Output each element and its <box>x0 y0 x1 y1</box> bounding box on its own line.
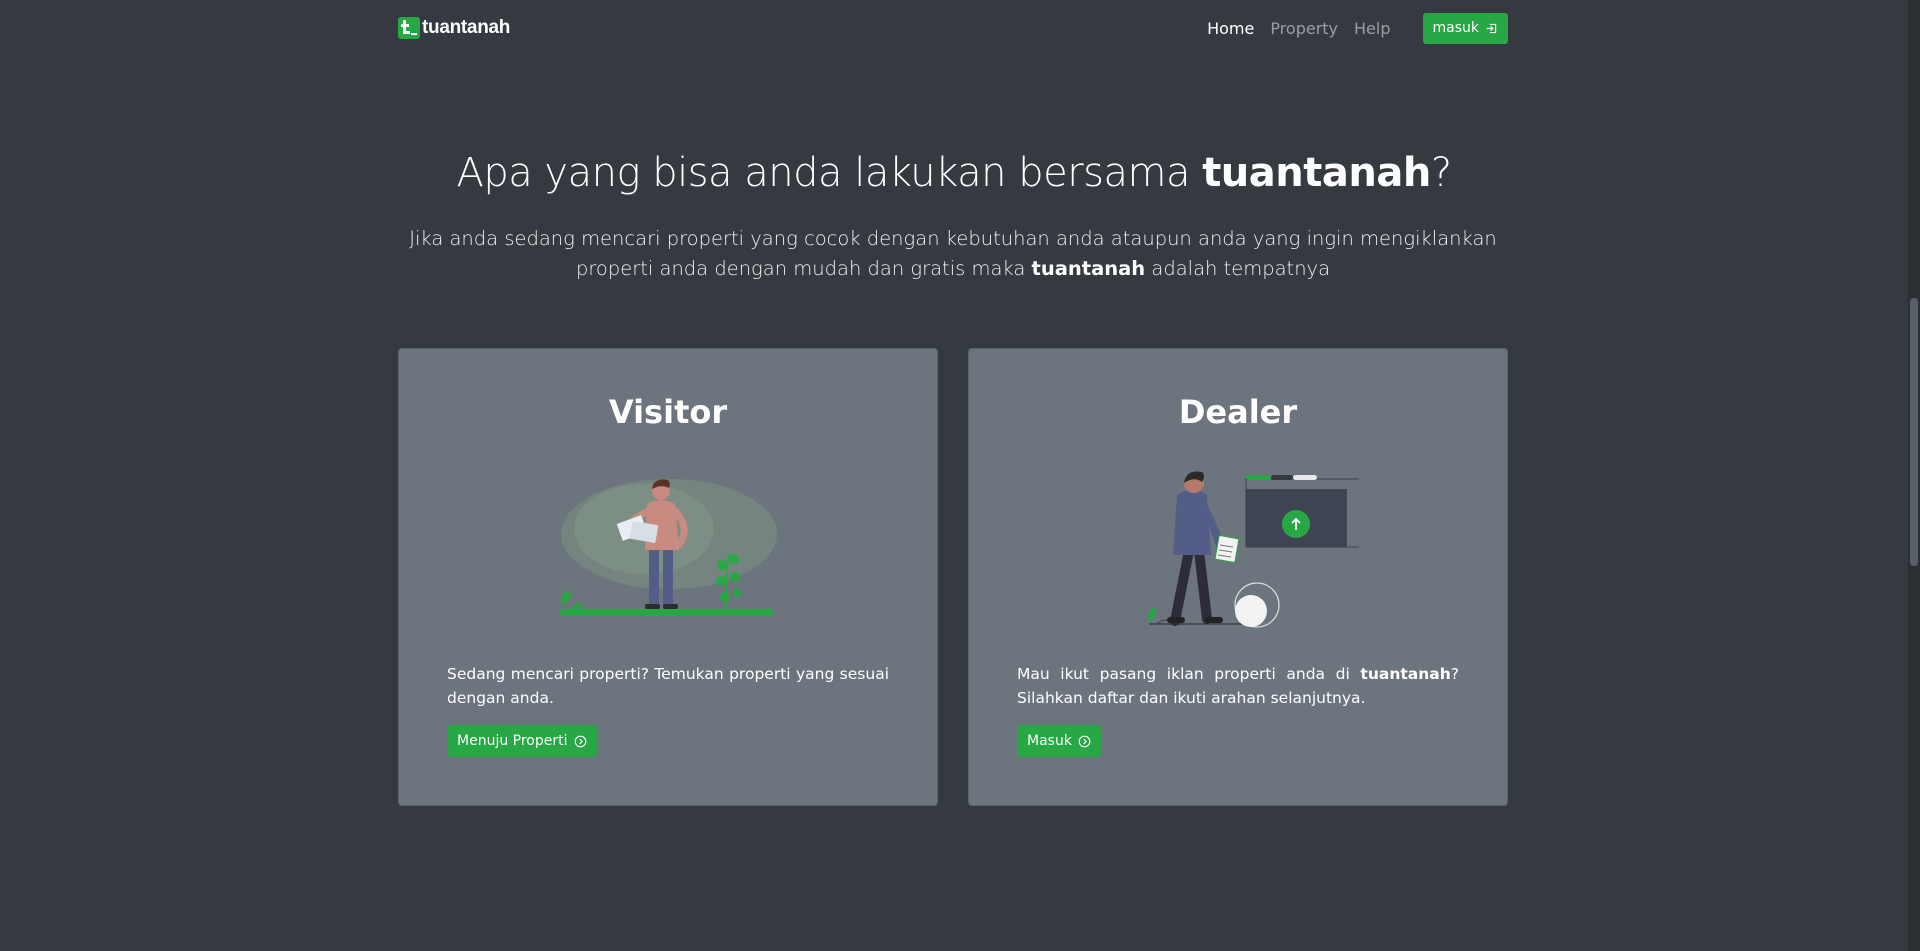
dealer-text-brand: tuantanah <box>1360 665 1451 683</box>
nav-link-help[interactable]: Help <box>1354 19 1390 38</box>
dealer-illustration <box>1148 471 1359 628</box>
hero-subtitle-brand: tuantanah <box>1031 257 1146 280</box>
dealer-button-label: Masuk <box>1027 733 1072 749</box>
visitor-property-button[interactable]: Menuju Properti <box>447 725 597 757</box>
navbar: tuantanah Home Property Help masuk <box>398 0 1508 56</box>
visitor-card-text: Sedang mencari properti? Temukan propert… <box>447 665 889 707</box>
visitor-card-title: Visitor <box>608 393 728 431</box>
login-icon <box>1486 23 1497 33</box>
page: tuantanah Home Property Help masuk Apa y… <box>0 0 1920 951</box>
dealer-login-button[interactable]: Masuk <box>1017 725 1101 757</box>
nav-links: Home Property Help masuk <box>1207 12 1508 44</box>
hero-subtitle: Jika anda sedang mencari properti yang c… <box>398 224 1508 284</box>
nav-link-home[interactable]: Home <box>1207 19 1254 38</box>
visitor-button-label: Menuju Properti <box>457 733 568 749</box>
login-button-label: masuk <box>1432 20 1480 36</box>
arrow-right-circle-icon <box>1078 735 1091 747</box>
hero-title-text: Apa yang bisa anda lakukan bersama <box>456 150 1203 196</box>
visitor-illustration <box>559 479 777 616</box>
hero-subtitle-text: Jika anda sedang mencari properti yang c… <box>409 227 1497 280</box>
hero-title-brand: tuantanah <box>1202 150 1431 196</box>
visitor-card: Visitor Sedang mencari properti? Temukan… <box>398 348 938 806</box>
hero-title-suffix: ? <box>1430 150 1452 196</box>
scrollbar-thumb[interactable] <box>1910 298 1918 566</box>
dealer-card-text: Mau ikut pasang iklan properti anda di t… <box>1017 662 1459 710</box>
logo-icon <box>398 17 420 39</box>
brand-name: tuantanah <box>422 17 511 38</box>
arrow-right-circle-icon <box>574 735 586 747</box>
brand-logo[interactable]: tuantanah <box>398 17 510 39</box>
login-button[interactable]: masuk <box>1422 12 1508 44</box>
hero-subtitle-tail: adalah tempatnya <box>1145 257 1331 280</box>
hero-title: Apa yang bisa anda lakukan bersama tuant… <box>0 150 1908 196</box>
dealer-card: Dealer Mau ikut pasang iklan properti an… <box>968 348 1508 806</box>
dealer-text-part: Mau ikut pasang iklan properti anda di <box>1017 665 1361 683</box>
nav-link-property[interactable]: Property <box>1270 19 1338 38</box>
dealer-card-title: Dealer <box>1178 393 1298 431</box>
page-scrollbar[interactable] <box>1908 0 1920 951</box>
